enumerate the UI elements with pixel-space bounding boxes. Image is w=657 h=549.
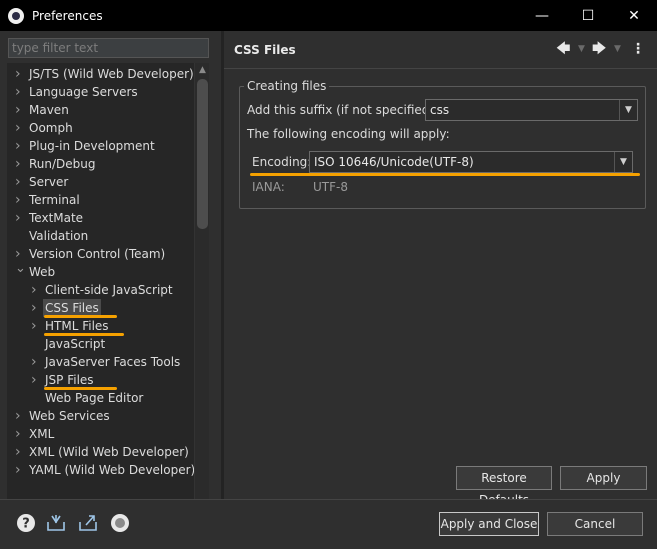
dialog-button-bar: ? Apply and Close Cancel <box>0 499 657 549</box>
chevron-right-icon[interactable]: › <box>15 209 25 227</box>
tree-item[interactable]: TextMate <box>29 209 83 227</box>
preferences-navigation-panel: ›JS/TS (Wild Web Developer)›Language Ser… <box>0 31 221 524</box>
tree-item[interactable]: JavaServer Faces Tools <box>45 353 180 371</box>
chevron-right-icon[interactable]: › <box>31 317 41 335</box>
tree-item[interactable]: XML <box>29 425 54 443</box>
tree-item[interactable]: Run/Debug <box>29 155 96 173</box>
tree-item[interactable]: Version Control (Team) <box>29 245 165 263</box>
maximize-button[interactable]: ☐ <box>565 0 611 31</box>
tree-item[interactable]: Web Services <box>29 407 110 425</box>
tree-item[interactable]: Web Page Editor <box>45 389 143 407</box>
chevron-right-icon[interactable]: › <box>31 299 41 317</box>
eclipse-app-icon <box>8 7 24 24</box>
suffix-value: css <box>430 103 450 117</box>
chevron-right-icon[interactable]: › <box>15 407 25 425</box>
tree-item[interactable]: JavaScript <box>45 335 105 353</box>
chevron-right-icon[interactable]: › <box>15 173 25 191</box>
tree-item[interactable]: YAML (Wild Web Developer) <box>29 461 194 479</box>
import-icon[interactable] <box>46 513 66 533</box>
chevron-right-icon[interactable]: › <box>15 443 25 461</box>
chevron-right-icon[interactable]: › <box>31 281 41 299</box>
tree-item[interactable]: JS/TS (Wild Web Developer) <box>29 65 194 83</box>
svg-text:?: ? <box>22 517 30 532</box>
chevron-right-icon[interactable]: › <box>31 371 41 389</box>
suffix-combo[interactable]: css ▼ <box>425 99 638 121</box>
encoding-value: ISO 10646/Unicode(UTF-8) <box>314 155 474 169</box>
preferences-tree: › JS/TS (Wild Web Developer) › Language Ser… <box>7 63 194 524</box>
back-arrow-icon[interactable]: 🡄 <box>556 40 570 58</box>
filter-input[interactable] <box>8 38 209 58</box>
window-title: Preferences <box>32 8 103 23</box>
tree-item[interactable]: Language Servers <box>29 83 138 101</box>
cancel-button[interactable]: Cancel <box>547 512 643 536</box>
chevron-down-icon[interactable]: ▼ <box>619 100 637 120</box>
chevron-right-icon[interactable]: › <box>15 425 25 443</box>
minimize-button[interactable]: — <box>519 0 565 31</box>
help-icon[interactable]: ? <box>16 513 36 533</box>
encoding-label: Encoding: <box>252 155 312 169</box>
close-button[interactable]: ✕ <box>611 0 657 31</box>
chevron-right-icon[interactable]: › <box>31 353 41 371</box>
encoding-note: The following encoding will apply: <box>247 127 450 141</box>
tree-item[interactable]: XML (Wild Web Developer) <box>29 443 189 461</box>
tree-item[interactable]: Server <box>29 173 68 191</box>
group-label: Creating files <box>244 79 330 93</box>
scroll-up-icon[interactable]: ▲ <box>195 63 210 77</box>
tree-item[interactable]: Terminal <box>29 191 80 209</box>
tree-scrollbar[interactable]: ▲ ▼ <box>194 63 209 524</box>
iana-value: UTF-8 <box>313 180 348 194</box>
scrollbar-thumb[interactable] <box>197 79 208 229</box>
oomph-preference-recorder-icon[interactable] <box>110 513 130 533</box>
apply-and-close-button[interactable]: Apply and Close <box>439 512 539 536</box>
tree-item[interactable]: Web <box>29 263 55 281</box>
chevron-right-icon[interactable]: › <box>15 155 25 173</box>
restore-defaults-button[interactable]: Restore Defaults <box>456 466 552 507</box>
preference-page: CSS Files 🡄 ▼ 🡆 ▼ ⋮ Creating files Add t… <box>224 31 657 507</box>
suffix-label: Add this suffix (if not specified): <box>247 103 439 117</box>
export-icon[interactable] <box>78 513 98 533</box>
view-menu-icon[interactable]: ⋮ <box>631 40 645 58</box>
chevron-down-icon[interactable]: ▼ <box>614 152 632 172</box>
back-history-dropdown-icon[interactable]: ▼ <box>578 40 585 58</box>
encoding-highlight-underline <box>250 173 640 176</box>
tree-item[interactable]: Validation <box>29 227 88 245</box>
forward-history-dropdown-icon[interactable]: ▼ <box>614 40 621 58</box>
tree-item[interactable]: Plug-in Development <box>29 137 155 155</box>
iana-label: IANA: <box>252 180 285 194</box>
apply-button[interactable]: Apply <box>560 466 647 490</box>
chevron-right-icon[interactable]: › <box>15 137 25 155</box>
title-bar: Preferences — ☐ ✕ <box>0 0 657 31</box>
chevron-right-icon[interactable]: › <box>15 461 25 479</box>
chevron-right-icon[interactable]: › <box>15 119 25 137</box>
chevron-right-icon[interactable]: › <box>15 191 25 209</box>
chevron-right-icon[interactable]: › <box>15 83 25 101</box>
page-title: CSS Files <box>234 43 296 57</box>
forward-arrow-icon[interactable]: 🡆 <box>592 40 606 58</box>
tree-item[interactable]: Maven <box>29 101 69 119</box>
chevron-right-icon[interactable]: › <box>15 65 25 83</box>
header-separator <box>224 68 657 69</box>
chevron-right-icon[interactable]: › <box>15 101 25 119</box>
encoding-combo[interactable]: ISO 10646/Unicode(UTF-8) ▼ <box>309 151 633 173</box>
tree-item[interactable]: Client-side JavaScript <box>45 281 173 299</box>
chevron-down-icon[interactable]: ⌄ <box>15 262 26 281</box>
tree-item[interactable]: Oomph <box>29 119 73 137</box>
